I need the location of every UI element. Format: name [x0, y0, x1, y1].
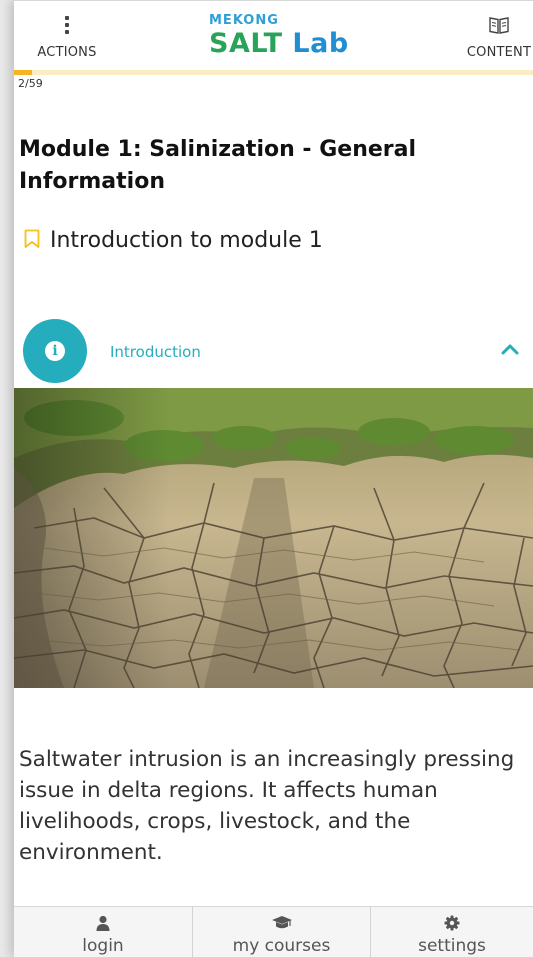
open-book-icon: [488, 1, 510, 35]
user-icon: [95, 914, 111, 932]
actions-label: ACTIONS: [37, 45, 97, 60]
nav-settings[interactable]: settings: [371, 907, 533, 957]
app-logo: MEKONG SALT Lab: [196, 10, 366, 66]
logo-main-text: SALT Lab: [209, 28, 349, 59]
logo-top-text: MEKONG: [209, 13, 279, 28]
logo-salt: SALT: [209, 28, 283, 59]
bookmark-icon[interactable]: [24, 229, 40, 253]
nav-my-courses-label: my courses: [232, 936, 331, 956]
section-label: Introduction: [110, 343, 201, 361]
info-icon: i: [23, 319, 87, 383]
logo-lab: Lab: [292, 28, 349, 59]
module-title: Module 1: Salinization - General Informa…: [19, 137, 417, 194]
app-screen: ACTIONS MEKONG SALT Lab CONTENT 2/59 Mod…: [14, 0, 533, 957]
course-progress-fill: [14, 70, 32, 75]
bottom-navigation: login my courses settings: [14, 906, 533, 957]
nav-my-courses[interactable]: my courses: [193, 907, 371, 957]
content-label: CONTENT: [466, 45, 532, 60]
lesson-body-text: Saltwater intrusion is an increasingly p…: [19, 747, 515, 865]
gear-icon: [444, 914, 460, 932]
nav-login-label: login: [82, 936, 124, 956]
chevron-up-icon[interactable]: [501, 340, 519, 359]
introduction-section-toggle[interactable]: i Introduction: [14, 318, 533, 384]
nav-login[interactable]: login: [14, 907, 193, 957]
page-counter: 2/59: [18, 77, 43, 90]
course-progress-bar: [14, 70, 533, 75]
content-button[interactable]: CONTENT: [459, 1, 533, 71]
app-header: ACTIONS MEKONG SALT Lab CONTENT: [14, 0, 533, 70]
cracked-soil-photo: [14, 388, 533, 688]
kebab-menu-icon: [65, 1, 69, 35]
graduation-cap-icon: [271, 914, 293, 932]
lesson-heading: Introduction to module 1: [24, 228, 323, 253]
nav-settings-label: settings: [418, 936, 486, 956]
actions-button[interactable]: ACTIONS: [32, 1, 102, 71]
lesson-title: Introduction to module 1: [50, 228, 323, 253]
